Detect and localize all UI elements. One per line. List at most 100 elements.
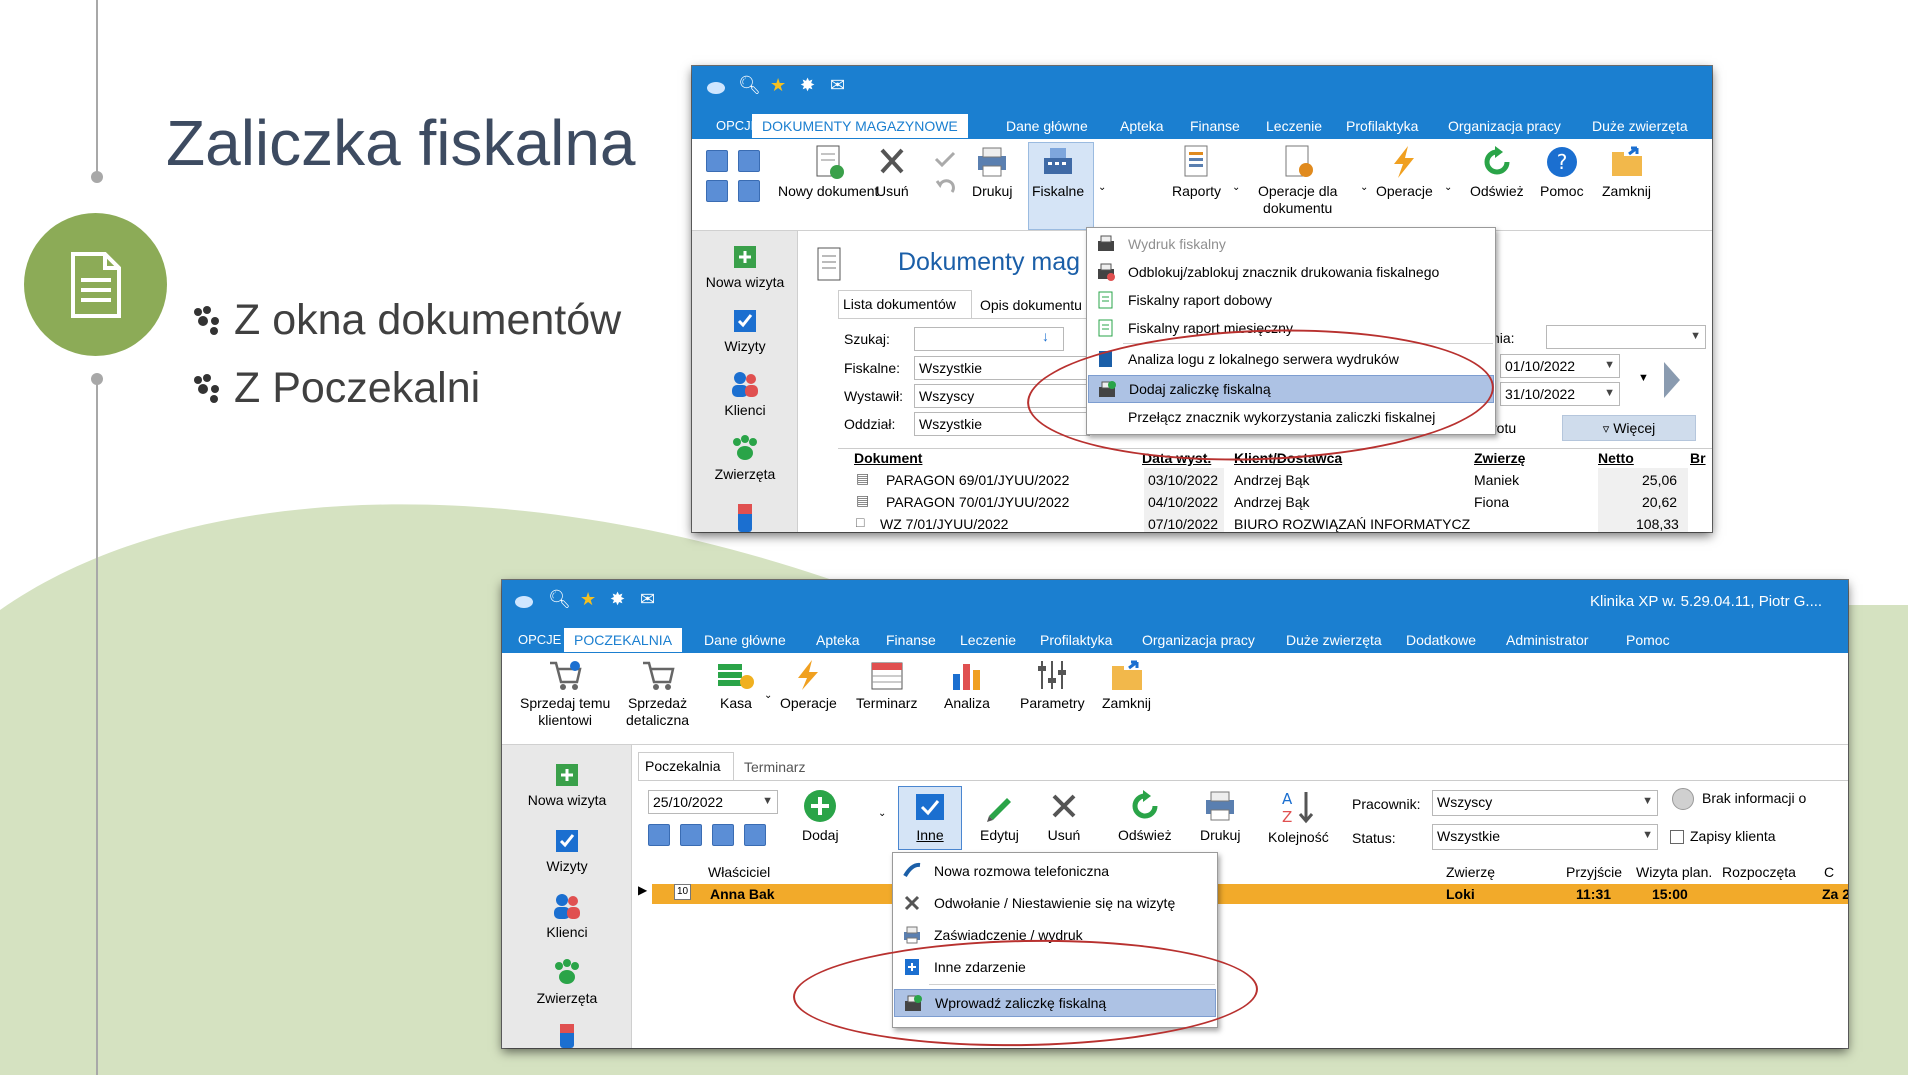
column-header-extra[interactable]: C xyxy=(1824,864,1834,880)
sell-to-client-button[interactable]: Sprzedaj temu klientowi xyxy=(520,658,610,729)
sidebar-item-nowa-wizyta[interactable]: Nowa wizyta xyxy=(502,760,632,808)
gear-icon[interactable]: ✸ xyxy=(610,589,625,610)
tab-dokumenty-magazynowe[interactable]: DOKUMENTY MAGAZYNOWE xyxy=(752,114,968,138)
chevron-down-icon[interactable]: ⌄ xyxy=(1360,182,1368,193)
date-from-input[interactable]: 01/10/2022 ▼ xyxy=(1500,354,1620,378)
column-header-netto[interactable]: Netto xyxy=(1598,450,1634,466)
tab-dodatkowe[interactable]: Dodatkowe xyxy=(1406,632,1476,648)
prev-record-button[interactable] xyxy=(706,180,728,202)
tab-duze-zwierzeta[interactable]: Duże zwierzęta xyxy=(1286,632,1382,648)
star-icon[interactable]: ★ xyxy=(580,589,596,610)
tab-finanse[interactable]: Finanse xyxy=(1190,118,1240,134)
reports-button[interactable]: Raporty xyxy=(1172,144,1221,200)
status-select[interactable]: Wszystkie ▼ xyxy=(1432,824,1658,850)
tab-dane-glowne[interactable]: Dane główne xyxy=(704,632,786,648)
cash-button[interactable]: Kasa xyxy=(716,658,756,712)
delete-button[interactable]: Usuń xyxy=(1046,788,1082,844)
column-header-przyjscie[interactable]: Przyjście xyxy=(1566,864,1622,880)
print-button[interactable]: Drukuj xyxy=(1200,788,1240,844)
sidebar-item-wizyty[interactable]: Wizyty xyxy=(692,306,798,354)
tab-organizacja-pracy[interactable]: Organizacja pracy xyxy=(1448,118,1561,134)
menu-item-odwolanie[interactable]: Odwołanie / Niestawienie się na wizytę xyxy=(894,889,1216,917)
tab-opcje[interactable]: OPCJE xyxy=(518,632,561,647)
operations-button[interactable]: Operacje xyxy=(780,658,837,712)
tab-apteka[interactable]: Apteka xyxy=(1120,118,1164,134)
sidebar-item-klienci[interactable]: Klienci xyxy=(692,370,798,418)
parameters-button[interactable]: Parametry xyxy=(1020,658,1085,712)
search-icon[interactable]: 🔍︎ xyxy=(738,75,761,96)
menu-item-wydruk-fiskalny[interactable]: Wydruk fiskalny xyxy=(1088,230,1494,258)
pharmacy-icon[interactable] xyxy=(552,1020,582,1048)
tab-organizacja-pracy[interactable]: Organizacja pracy xyxy=(1142,632,1255,648)
sidebar-item-klienci[interactable]: Klienci xyxy=(502,892,632,940)
sort-icon[interactable]: ↓ xyxy=(1042,328,1049,344)
next-record-button[interactable] xyxy=(738,180,760,202)
tab-apteka[interactable]: Apteka xyxy=(816,632,860,648)
tab-administrator[interactable]: Administrator xyxy=(1506,632,1588,648)
chevron-down-icon[interactable]: ⌄ xyxy=(878,808,886,819)
column-header-zwierze[interactable]: Zwierzę xyxy=(1474,450,1525,466)
chevron-down-icon[interactable]: ⌄ xyxy=(1444,182,1452,193)
employee-select[interactable]: Wszyscy ▼ xyxy=(1432,790,1658,816)
menu-item-nowa-rozmowa[interactable]: Nowa rozmowa telefoniczna xyxy=(894,857,1216,885)
sidebar-item-wizyty[interactable]: Wizyty xyxy=(502,826,632,874)
date-to-input[interactable]: 31/10/2022 ▼ xyxy=(1500,382,1620,406)
more-filters-button[interactable]: ▿ Więcej xyxy=(1562,415,1696,441)
chevron-down-icon[interactable]: ⌄ xyxy=(1232,182,1240,193)
undo-icon[interactable] xyxy=(934,178,956,196)
fiscal-button[interactable]: Fiskalne xyxy=(1032,144,1084,200)
close-button[interactable]: Zamknij xyxy=(1102,658,1151,712)
analysis-button[interactable]: Analiza xyxy=(944,658,990,712)
app-logo-icon[interactable] xyxy=(706,80,726,96)
period-dropdown-icon[interactable]: ▼ xyxy=(1638,372,1649,384)
tab-poczekalnia[interactable]: POCZEKALNIA xyxy=(564,628,683,652)
other-button[interactable]: Inne xyxy=(912,788,948,844)
tab-poczekalnia[interactable]: Poczekalnia xyxy=(638,752,734,780)
chevron-down-icon[interactable]: ⌄ xyxy=(764,690,772,701)
edit-button[interactable]: Edytuj xyxy=(980,788,1019,844)
close-button[interactable]: Zamknij xyxy=(1602,144,1651,200)
print-button[interactable]: Drukuj xyxy=(972,144,1012,200)
refresh-button[interactable]: Odśwież xyxy=(1118,788,1172,844)
pharmacy-icon[interactable] xyxy=(730,500,760,532)
order-button[interactable]: AZ Kolejność xyxy=(1268,788,1329,846)
menu-item-raport-dobowy[interactable]: Fiskalny raport dobowy xyxy=(1088,286,1494,314)
chevron-down-icon[interactable]: ⌄ xyxy=(1098,182,1106,193)
sidebar-item-zwierzeta[interactable]: Zwierzęta xyxy=(502,958,632,1006)
date-input[interactable]: 25/10/2022 ▼ xyxy=(648,790,778,814)
tab-lista-dokumentow[interactable]: Lista dokumentów xyxy=(838,290,972,318)
tab-finanse[interactable]: Finanse xyxy=(886,632,936,648)
retail-sale-button[interactable]: Sprzedaż detaliczna xyxy=(626,658,689,729)
next-day-button[interactable] xyxy=(712,824,734,846)
tab-terminarz[interactable]: Terminarz xyxy=(738,754,828,780)
document-operations-button[interactable]: Operacje dla dokumentu xyxy=(1258,144,1337,217)
sidebar-item-nowa-wizyta[interactable]: Nowa wizyta xyxy=(692,242,798,290)
tab-dane-glowne[interactable]: Dane główne xyxy=(1006,118,1088,134)
star-icon[interactable]: ★ xyxy=(770,75,786,96)
mail-icon[interactable]: ✉ xyxy=(640,589,655,610)
add-button[interactable]: Dodaj xyxy=(802,788,839,844)
column-header-wlasciciel[interactable]: Właściciel xyxy=(708,864,770,880)
prev-day-button[interactable] xyxy=(680,824,702,846)
column-header-rozpoczeta[interactable]: Rozpoczęta xyxy=(1722,864,1796,880)
mail-icon[interactable]: ✉ xyxy=(830,75,845,96)
menu-item-odblokuj[interactable]: Odblokuj/zablokuj znacznik drukowania fi… xyxy=(1088,258,1494,286)
tab-duze-zwierzeta[interactable]: Duże zwierzęta xyxy=(1592,118,1688,134)
column-header-brutto[interactable]: Br xyxy=(1690,450,1706,466)
search-icon[interactable]: 🔍︎ xyxy=(548,589,571,610)
app-logo-icon[interactable] xyxy=(514,594,534,610)
tab-profilaktyka[interactable]: Profilaktyka xyxy=(1346,118,1418,134)
last-day-button[interactable] xyxy=(744,824,766,846)
first-day-button[interactable] xyxy=(648,824,670,846)
first-record-button[interactable] xyxy=(706,150,728,172)
tab-profilaktyka[interactable]: Profilaktyka xyxy=(1040,632,1112,648)
new-document-button[interactable]: Nowy dokument xyxy=(778,144,878,200)
column-header-dokument[interactable]: Dokument xyxy=(854,450,922,466)
column-header-zwierze[interactable]: Zwierzę xyxy=(1446,864,1495,880)
sidebar-item-zwierzeta[interactable]: Zwierzęta xyxy=(692,434,798,482)
operations-button[interactable]: Operacje xyxy=(1376,144,1433,200)
info-toggle[interactable] xyxy=(1672,788,1694,810)
last-record-button[interactable] xyxy=(738,150,760,172)
tab-leczenie[interactable]: Leczenie xyxy=(960,632,1016,648)
client-entries-checkbox[interactable] xyxy=(1670,830,1684,844)
